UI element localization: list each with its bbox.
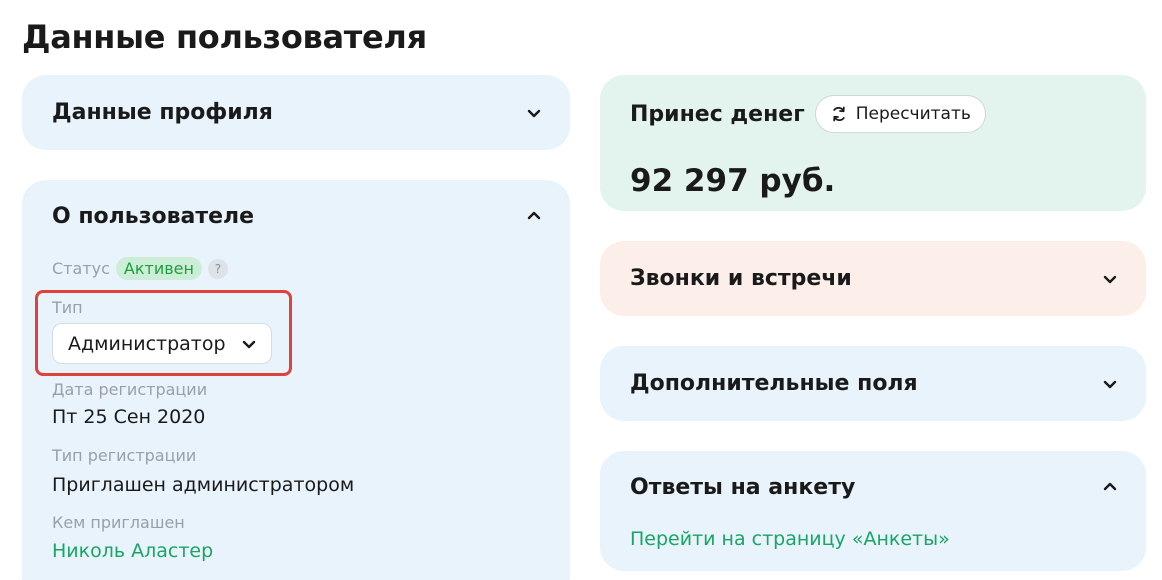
invited-by-label: Кем приглашен bbox=[52, 513, 185, 532]
recalculate-button-label: Пересчитать bbox=[855, 104, 971, 124]
chevron-up-icon[interactable] bbox=[526, 208, 542, 224]
survey-answers-title: Ответы на анкету bbox=[630, 474, 856, 500]
additional-fields-title: Дополнительные поля bbox=[630, 371, 918, 396]
reg-date-value: Пт 25 Сен 2020 bbox=[52, 406, 206, 428]
additional-fields-header[interactable]: Дополнительные поля bbox=[600, 346, 1146, 421]
survey-page-link[interactable]: Перейти на страницу «Анкеты» bbox=[630, 528, 950, 550]
about-user-section-header[interactable]: О пользователе bbox=[22, 180, 570, 252]
status-badge: Активен bbox=[115, 257, 202, 280]
status-label: Статус bbox=[52, 259, 110, 278]
status-row: Статус Активен ? bbox=[52, 257, 228, 280]
invited-by-link[interactable]: Николь Аластер bbox=[52, 540, 213, 562]
additional-fields-section: Дополнительные поля bbox=[600, 346, 1146, 421]
page-title: Данные пользователя bbox=[22, 18, 427, 56]
reg-type-value: Приглашен администратором bbox=[52, 474, 355, 496]
recalculate-button[interactable]: Пересчитать bbox=[814, 95, 986, 133]
about-user-section: О пользователе Статус Активен ? Тип Адми… bbox=[22, 180, 570, 580]
help-icon[interactable]: ? bbox=[207, 258, 228, 279]
chevron-down-icon[interactable] bbox=[526, 105, 542, 121]
user-type-select[interactable]: Администратор bbox=[52, 323, 272, 364]
chevron-down-icon bbox=[242, 340, 256, 348]
reg-type-label: Тип регистрации bbox=[52, 446, 197, 465]
chevron-up-icon[interactable] bbox=[1102, 479, 1118, 495]
survey-answers-header[interactable]: Ответы на анкету bbox=[600, 451, 1146, 523]
calls-meetings-title: Звонки и встречи bbox=[630, 266, 852, 291]
survey-answers-section: Ответы на анкету Перейти на страницу «Ан… bbox=[600, 451, 1146, 571]
profile-section-title: Данные профиля bbox=[52, 100, 273, 125]
reg-date-label: Дата регистрации bbox=[52, 380, 208, 399]
about-user-section-title: О пользователе bbox=[52, 203, 255, 229]
profile-section: Данные профиля bbox=[22, 75, 570, 150]
type-label: Тип bbox=[52, 298, 83, 317]
calls-meetings-header[interactable]: Звонки и встречи bbox=[600, 241, 1146, 316]
revenue-title: Принес денег bbox=[630, 101, 805, 127]
revenue-amount: 92 297 руб. bbox=[630, 163, 836, 199]
refresh-icon bbox=[833, 106, 845, 122]
revenue-section: Принес денег Пересчитать 92 297 руб. bbox=[600, 75, 1146, 211]
chevron-down-icon[interactable] bbox=[1102, 376, 1118, 392]
profile-section-header[interactable]: Данные профиля bbox=[22, 75, 570, 150]
chevron-down-icon[interactable] bbox=[1102, 271, 1118, 287]
user-type-select-value: Администратор bbox=[68, 332, 226, 355]
calls-meetings-section: Звонки и встречи bbox=[600, 241, 1146, 316]
revenue-header: Принес денег Пересчитать bbox=[630, 95, 986, 133]
